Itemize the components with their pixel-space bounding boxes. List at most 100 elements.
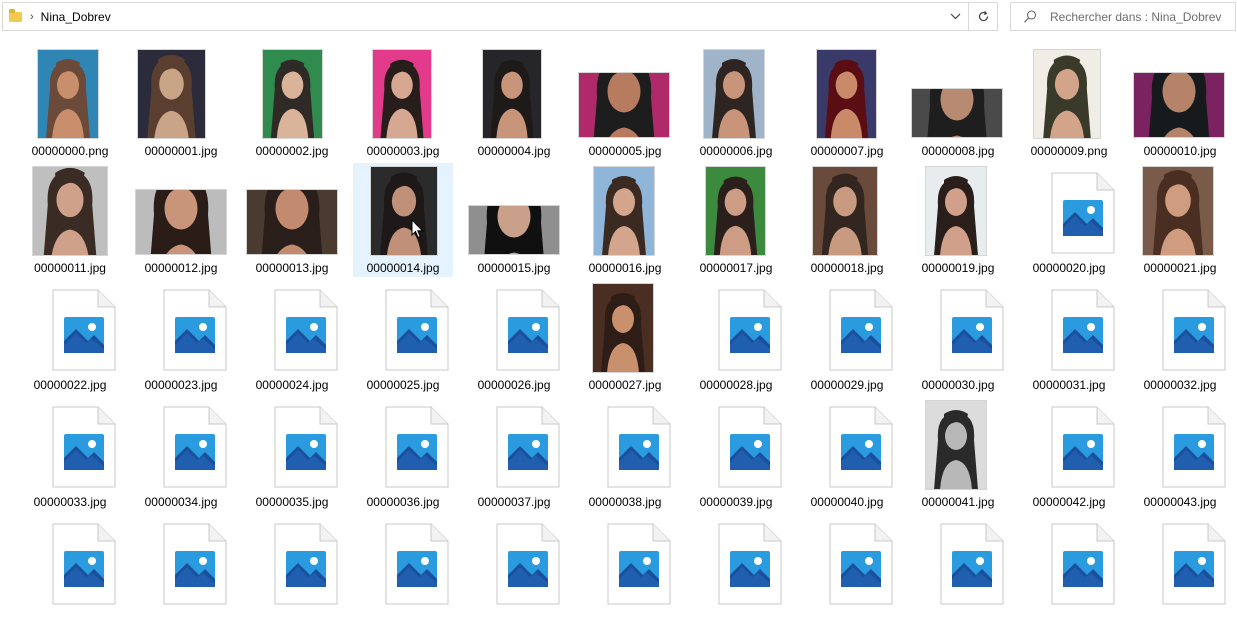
file-item[interactable]: 00000007.jpg: [797, 46, 897, 160]
file-name: 00000027.jpg: [588, 378, 662, 392]
file-item[interactable]: [797, 514, 897, 628]
file-item[interactable]: 00000003.jpg: [353, 46, 453, 160]
image-file-icon: [940, 523, 1004, 605]
file-thumbnail: [1019, 163, 1119, 261]
file-thumbnail: [1019, 514, 1119, 612]
breadcrumb-chevron-icon[interactable]: ›: [30, 11, 34, 23]
file-item[interactable]: 00000036.jpg: [353, 397, 453, 511]
file-thumbnail: [908, 280, 1008, 378]
file-item[interactable]: [242, 514, 342, 628]
search-input[interactable]: [1050, 9, 1225, 24]
refresh-button[interactable]: [968, 3, 997, 30]
file-item[interactable]: 00000006.jpg: [686, 46, 786, 160]
file-item[interactable]: [20, 514, 120, 628]
file-item[interactable]: 00000002.jpg: [242, 46, 342, 160]
file-item[interactable]: 00000022.jpg: [20, 280, 120, 394]
file-item[interactable]: 00000015.jpg: [464, 163, 564, 277]
file-item[interactable]: [908, 514, 1008, 628]
photo-thumbnail: [816, 49, 877, 139]
file-name: 00000023.jpg: [144, 378, 218, 392]
address-bar[interactable]: › Nina_Dobrev: [2, 2, 998, 31]
image-file-icon: [607, 523, 671, 605]
file-item[interactable]: 00000043.jpg: [1130, 397, 1230, 511]
file-item[interactable]: 00000035.jpg: [242, 397, 342, 511]
address-history-dropdown[interactable]: [942, 3, 968, 30]
file-thumbnail: [575, 397, 675, 495]
file-item[interactable]: [464, 514, 564, 628]
file-item[interactable]: 00000013.jpg: [242, 163, 342, 277]
file-item[interactable]: 00000027.jpg: [575, 280, 675, 394]
file-name: 00000003.jpg: [366, 144, 440, 158]
file-item[interactable]: 00000037.jpg: [464, 397, 564, 511]
file-name: 00000033.jpg: [33, 495, 107, 509]
file-item[interactable]: 00000010.jpg: [1130, 46, 1230, 160]
breadcrumb-folder-name[interactable]: Nina_Dobrev: [41, 10, 111, 24]
image-file-icon: [1051, 172, 1115, 254]
file-thumbnail: [464, 163, 564, 261]
file-item[interactable]: 00000024.jpg: [242, 280, 342, 394]
file-thumbnail: [797, 46, 897, 144]
file-item[interactable]: 00000028.jpg: [686, 280, 786, 394]
search-icon: [1024, 9, 1037, 23]
file-item[interactable]: 00000016.jpg: [575, 163, 675, 277]
image-file-icon: [163, 523, 227, 605]
file-item[interactable]: 00000041.jpg: [908, 397, 1008, 511]
file-name: 00000025.jpg: [366, 378, 440, 392]
file-name: 00000014.jpg: [366, 261, 440, 275]
file-item[interactable]: 00000039.jpg: [686, 397, 786, 511]
file-item[interactable]: 00000017.jpg: [686, 163, 786, 277]
file-item[interactable]: [575, 514, 675, 628]
file-item[interactable]: 00000034.jpg: [131, 397, 231, 511]
photo-thumbnail: [135, 189, 227, 255]
file-item[interactable]: 00000020.jpg: [1019, 163, 1119, 277]
image-file-icon: [829, 406, 893, 488]
file-item[interactable]: 00000019.jpg: [908, 163, 1008, 277]
file-item[interactable]: 00000014.jpg: [353, 163, 453, 277]
file-item[interactable]: 00000000.png: [20, 46, 120, 160]
photo-thumbnail: [468, 205, 560, 255]
file-name: 00000008.jpg: [921, 144, 995, 158]
file-thumbnail: [575, 46, 675, 144]
file-thumbnail: [353, 163, 453, 261]
file-item[interactable]: 00000009.png: [1019, 46, 1119, 160]
file-thumbnail: [1130, 514, 1230, 612]
file-item[interactable]: 00000033.jpg: [20, 397, 120, 511]
file-item[interactable]: 00000029.jpg: [797, 280, 897, 394]
file-item[interactable]: 00000001.jpg: [131, 46, 231, 160]
file-item[interactable]: 00000008.jpg: [908, 46, 1008, 160]
file-item[interactable]: 00000023.jpg: [131, 280, 231, 394]
file-item[interactable]: 00000011.jpg: [20, 163, 120, 277]
file-item[interactable]: 00000026.jpg: [464, 280, 564, 394]
file-item[interactable]: [353, 514, 453, 628]
file-item[interactable]: 00000040.jpg: [797, 397, 897, 511]
file-name: 00000038.jpg: [588, 495, 662, 509]
file-name: 00000036.jpg: [366, 495, 440, 509]
photo-thumbnail: [137, 49, 206, 139]
file-item[interactable]: 00000031.jpg: [1019, 280, 1119, 394]
file-thumbnail: [353, 397, 453, 495]
file-name: 00000004.jpg: [477, 144, 551, 158]
file-thumbnail: [686, 280, 786, 378]
search-box[interactable]: [1010, 2, 1236, 31]
file-item[interactable]: [131, 514, 231, 628]
file-name: 00000002.jpg: [255, 144, 329, 158]
file-item[interactable]: [1019, 514, 1119, 628]
file-thumbnail: [131, 280, 231, 378]
file-item[interactable]: 00000038.jpg: [575, 397, 675, 511]
file-item[interactable]: 00000032.jpg: [1130, 280, 1230, 394]
file-item[interactable]: 00000030.jpg: [908, 280, 1008, 394]
file-item[interactable]: 00000005.jpg: [575, 46, 675, 160]
file-item[interactable]: 00000018.jpg: [797, 163, 897, 277]
file-item[interactable]: 00000042.jpg: [1019, 397, 1119, 511]
file-item[interactable]: [686, 514, 786, 628]
file-thumbnail: [242, 514, 342, 612]
file-item[interactable]: 00000004.jpg: [464, 46, 564, 160]
file-item[interactable]: 00000012.jpg: [131, 163, 231, 277]
file-name: 00000015.jpg: [477, 261, 551, 275]
file-item[interactable]: [1130, 514, 1230, 628]
file-item[interactable]: 00000025.jpg: [353, 280, 453, 394]
image-file-icon: [1162, 406, 1226, 488]
image-file-icon: [1162, 523, 1226, 605]
file-item[interactable]: 00000021.jpg: [1130, 163, 1230, 277]
file-thumbnail: [797, 514, 897, 612]
